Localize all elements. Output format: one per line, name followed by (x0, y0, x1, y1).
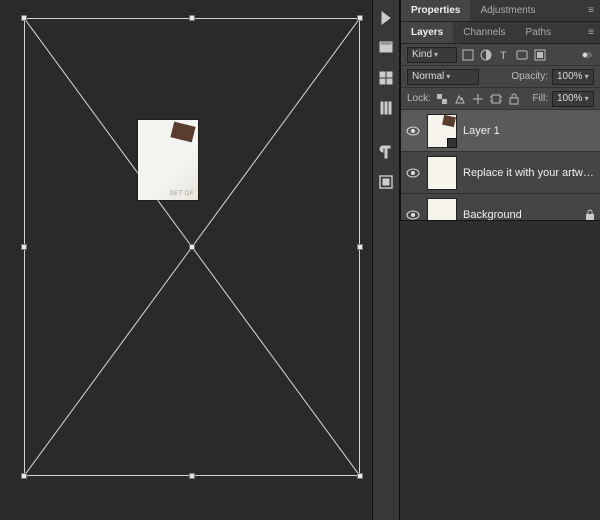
panel-empty-area (400, 220, 600, 520)
chevron-down-icon: ▾ (585, 94, 589, 103)
transform-center-handle[interactable] (189, 244, 195, 250)
layer-row[interactable]: Replace it with your artwork (401, 152, 600, 194)
color-panel-icon[interactable] (374, 36, 398, 60)
placed-image-content (170, 122, 195, 143)
paragraph-panel-icon[interactable] (374, 140, 398, 164)
canvas-area[interactable]: SET OF (0, 0, 372, 520)
filter-type-icon[interactable]: T (497, 48, 511, 62)
expand-panels-icon[interactable] (374, 6, 398, 30)
lock-position-icon[interactable] (471, 92, 485, 106)
lock-image-icon[interactable] (453, 92, 467, 106)
opacity-value: 100% (557, 71, 583, 82)
chevron-down-icon: ▾ (434, 50, 438, 59)
filter-pixel-icon[interactable] (461, 48, 475, 62)
filter-toggle-switch[interactable] (580, 48, 594, 62)
transform-handle[interactable] (21, 244, 27, 250)
free-transform-bounding-box[interactable]: SET OF (24, 18, 360, 476)
layer-thumbnail[interactable] (427, 156, 457, 190)
collapsed-panel-dock (372, 0, 400, 520)
lock-label: Lock: (407, 93, 431, 104)
opacity-label: Opacity: (511, 71, 548, 82)
transform-handle[interactable] (21, 15, 27, 21)
panel-menu-icon[interactable]: ≡ (582, 27, 600, 38)
placed-smart-object[interactable]: SET OF (138, 120, 198, 200)
filter-shape-icon[interactable] (515, 48, 529, 62)
lock-icon[interactable] (584, 209, 596, 221)
transform-handle[interactable] (189, 473, 195, 479)
transform-handle[interactable] (357, 244, 363, 250)
filter-adjust-icon[interactable] (479, 48, 493, 62)
lock-all-icon[interactable] (507, 92, 521, 106)
fill-value: 100% (557, 93, 583, 104)
layer-row[interactable]: Layer 1 (401, 110, 600, 152)
blend-mode-row: Normal ▾ Opacity: 100% ▾ (401, 66, 600, 88)
tab-properties[interactable]: Properties (401, 0, 470, 21)
lock-transparent-icon[interactable] (435, 92, 449, 106)
filter-smart-icon[interactable] (533, 48, 547, 62)
filter-kind-label: Kind (412, 49, 432, 60)
layer-name[interactable]: Background (463, 209, 578, 221)
tab-paths[interactable]: Paths (516, 22, 562, 43)
layer-list: Layer 1 Replace it with your artwork Bac… (401, 110, 600, 236)
visibility-eye-icon[interactable] (405, 165, 421, 181)
panel-menu-icon[interactable]: ≡ (582, 5, 600, 16)
blend-mode-select[interactable]: Normal ▾ (407, 69, 479, 85)
chevron-down-icon: ▾ (446, 72, 450, 81)
layer-filter-row: Kind ▾ T (401, 44, 600, 66)
transform-handle[interactable] (357, 15, 363, 21)
placed-image-caption: SET OF (169, 191, 194, 197)
layer-thumbnail[interactable] (427, 114, 457, 148)
visibility-eye-icon[interactable] (405, 123, 421, 139)
layer-name[interactable]: Layer 1 (463, 125, 596, 137)
blend-mode-value: Normal (412, 71, 444, 82)
character-panel-icon[interactable] (374, 170, 398, 194)
filter-kind-select[interactable]: Kind ▾ (407, 47, 457, 63)
fill-label: Fill: (532, 93, 548, 104)
properties-tab-row: Properties Adjustments ≡ (401, 0, 600, 22)
fill-input[interactable]: 100% ▾ (552, 91, 594, 107)
tab-channels[interactable]: Channels (453, 22, 515, 43)
opacity-input[interactable]: 100% ▾ (552, 69, 594, 85)
svg-text:T: T (500, 50, 507, 62)
swatches-panel-icon[interactable] (374, 66, 398, 90)
layers-tab-row: Layers Channels Paths ≡ (401, 22, 600, 44)
tab-layers[interactable]: Layers (401, 22, 453, 43)
layer-name[interactable]: Replace it with your artwork (463, 167, 596, 179)
smart-object-badge-icon (447, 138, 457, 148)
transform-handle[interactable] (21, 473, 27, 479)
lock-artboard-icon[interactable] (489, 92, 503, 106)
tab-adjustments[interactable]: Adjustments (470, 0, 545, 21)
lock-row: Lock: Fill: 100% ▾ (401, 88, 600, 110)
transform-handle[interactable] (189, 15, 195, 21)
transform-handle[interactable] (357, 473, 363, 479)
chevron-down-icon: ▾ (585, 72, 589, 81)
libraries-panel-icon[interactable] (374, 96, 398, 120)
